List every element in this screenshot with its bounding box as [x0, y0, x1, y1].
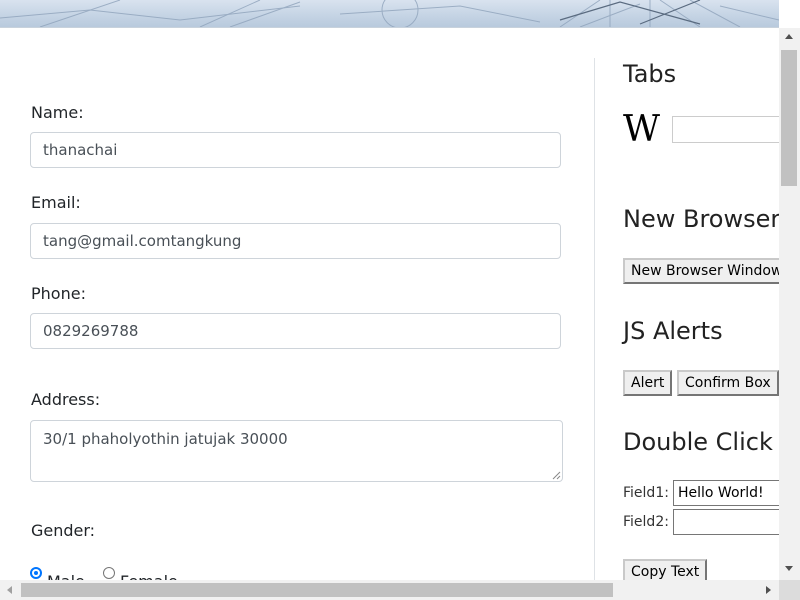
new-browser-window-button[interactable]: New Browser Window	[623, 258, 779, 284]
field1-input[interactable]: Hello World!	[673, 480, 779, 506]
scroll-right-arrow-icon[interactable]	[766, 586, 771, 594]
confirm-box-button[interactable]: Confirm Box	[677, 370, 779, 396]
alert-button[interactable]: Alert	[623, 370, 673, 396]
vertical-scrollbar[interactable]	[779, 28, 800, 580]
scroll-down-arrow-icon[interactable]	[785, 566, 793, 571]
field2-label: Field2:	[623, 514, 669, 530]
horizontal-scroll-thumb[interactable]	[21, 583, 613, 597]
horizontal-scrollbar[interactable]	[0, 580, 779, 600]
wikipedia-search-input[interactable]	[672, 116, 779, 143]
vertical-scroll-thumb[interactable]	[781, 50, 797, 186]
scroll-left-arrow-icon[interactable]	[7, 586, 12, 594]
new-browser-heading: New Browser Window	[623, 205, 779, 233]
tabs-heading: Tabs	[623, 60, 677, 88]
copy-text-button[interactable]: Copy Text	[623, 559, 708, 580]
js-alerts-heading: JS Alerts	[623, 317, 723, 345]
header-banner-image	[0, 0, 779, 28]
scrollbar-corner	[779, 580, 800, 600]
wikipedia-logo-icon[interactable]: W	[623, 112, 669, 148]
field1-label: Field1:	[623, 485, 669, 501]
scroll-up-arrow-icon[interactable]	[785, 34, 793, 39]
sidebar-clip: Tabs W New Browser Window New Browser Wi…	[0, 28, 779, 580]
double-click-heading: Double Click	[623, 428, 773, 456]
field2-input[interactable]	[673, 509, 779, 535]
